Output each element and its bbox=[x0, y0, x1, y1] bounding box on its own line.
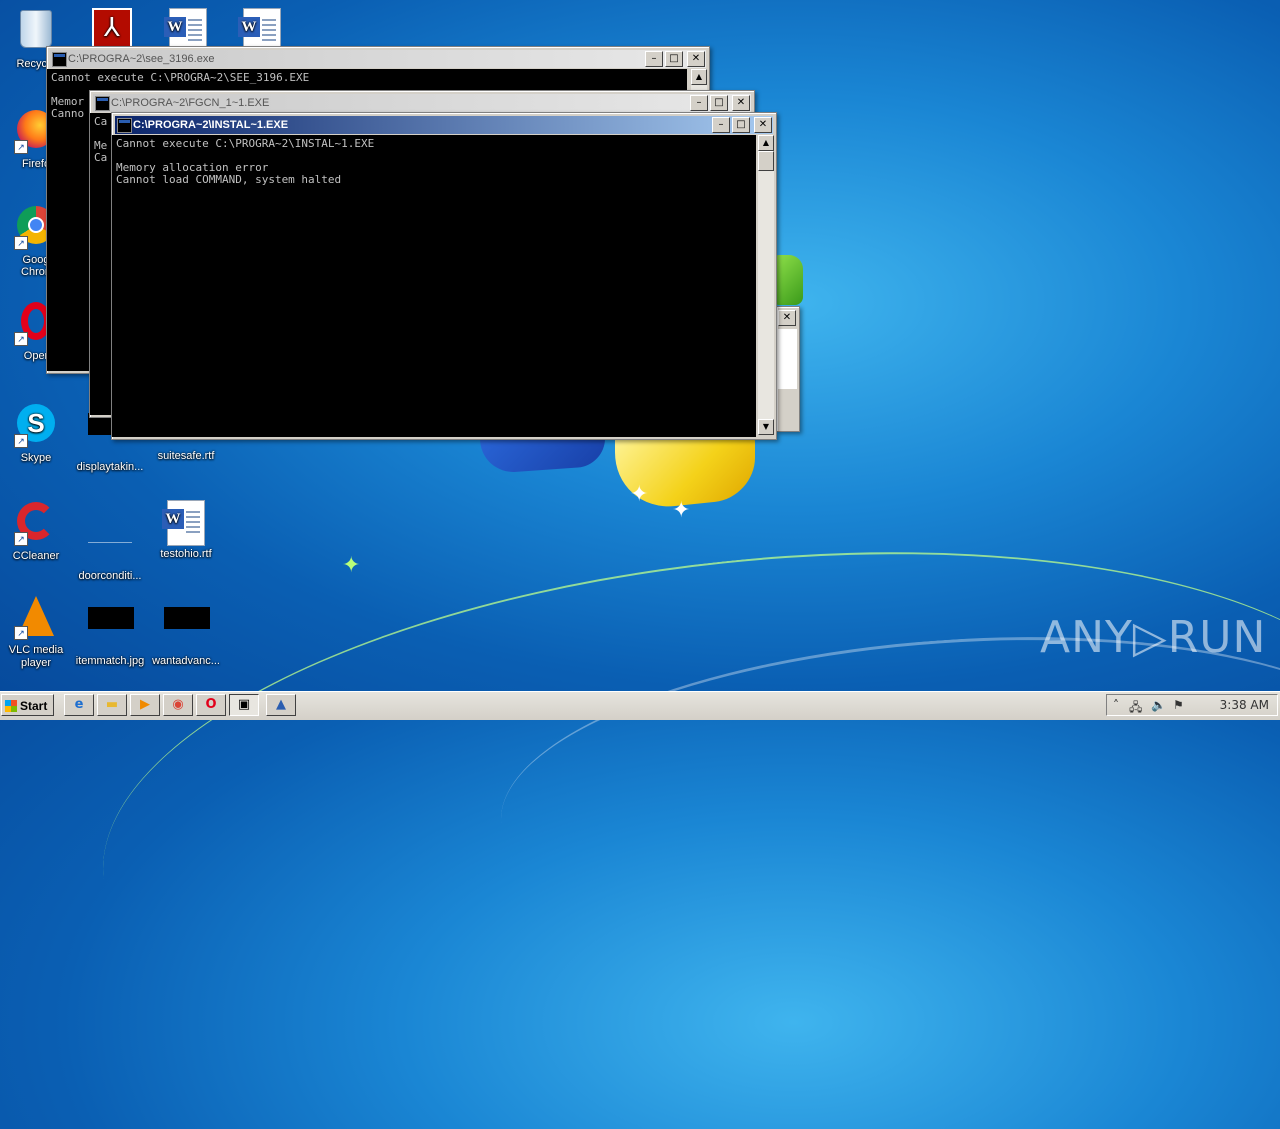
window-title: C:\PROGRA~2\see_3196.exe bbox=[68, 53, 215, 65]
desktop-icon-label: testohio.rtf bbox=[160, 548, 212, 560]
scroll-thumb[interactable] bbox=[758, 151, 774, 171]
start-button[interactable]: Start bbox=[1, 694, 54, 716]
window-title: C:\PROGRA~2\INSTAL~1.EXE bbox=[133, 119, 289, 131]
vlc-icon: ↗ bbox=[14, 596, 58, 640]
desktop-icon-file[interactable]: itemmatch.jpg bbox=[70, 596, 150, 667]
close-button[interactable]: ✕ bbox=[754, 117, 772, 133]
window-title: C:\PROGRA~2\FGCN_1~1.EXE bbox=[111, 97, 270, 109]
maximize-button[interactable]: □ bbox=[665, 51, 683, 67]
desktop-icon-file[interactable]: wantadvanc... bbox=[146, 596, 226, 667]
desktop-icon-label: displaytakin... bbox=[76, 461, 144, 473]
ie-icon[interactable]: e bbox=[64, 694, 94, 716]
system-tray: ˄ 🖧 🔈 ⚑ 3:38 AM bbox=[1106, 694, 1278, 716]
anyrun-watermark: ANY▷RUN bbox=[1040, 612, 1267, 663]
desktop-icon-label: suitesafe.rtf bbox=[157, 450, 215, 462]
action-center-flag-icon[interactable]: ⚑ bbox=[1173, 698, 1184, 712]
desktop-icon-label: CCleaner bbox=[12, 550, 60, 562]
black-thumbnail-icon bbox=[88, 607, 134, 651]
shortcut-arrow-icon: ↗ bbox=[14, 626, 28, 640]
scroll-up-arrow-icon[interactable]: ▲ bbox=[691, 69, 707, 85]
close-icon[interactable]: ✕ bbox=[778, 310, 796, 326]
console-icon bbox=[52, 52, 67, 67]
desktop-icon-label: wantadvanc... bbox=[152, 655, 220, 667]
sparkle-icon: ✦ bbox=[672, 498, 691, 523]
shortcut-arrow-icon: ↗ bbox=[14, 140, 28, 154]
desktop-icon-label: Skype bbox=[20, 452, 52, 464]
sparkle-icon: ✦ bbox=[630, 482, 649, 507]
console-task-button[interactable]: ▣ bbox=[229, 694, 259, 716]
window-controls: – □ ✕ bbox=[712, 117, 772, 133]
maximize-button[interactable]: □ bbox=[732, 117, 750, 133]
desktop-icon-vlc[interactable]: ↗ VLC media player bbox=[0, 596, 76, 670]
taskbar: Start e ▬ ▶ ◉ O ▣ ▲ ˄ 🖧 🔈 ⚑ 3:38 AM bbox=[0, 691, 1280, 720]
sparkle-icon: ✦ bbox=[342, 553, 361, 578]
desktop-icon-rtf[interactable]: W testohio.rtf bbox=[146, 500, 226, 560]
scroll-up-arrow-icon[interactable]: ▲ bbox=[758, 135, 774, 151]
desktop-icon-label: doorconditi... bbox=[78, 570, 142, 582]
clock[interactable]: 3:38 AM bbox=[1220, 698, 1269, 712]
desktop-icon-skype[interactable]: S ↗ Skype bbox=[0, 402, 76, 464]
shortcut-arrow-icon: ↗ bbox=[14, 434, 28, 448]
minimize-button[interactable]: – bbox=[645, 51, 663, 67]
volume-icon[interactable]: 🔈 bbox=[1151, 698, 1166, 712]
console-output: Cannot execute C:\PROGRA~2\INSTAL~1.EXE … bbox=[112, 135, 756, 437]
blank-file-icon bbox=[88, 522, 132, 566]
hidden-dialog: ✕ bbox=[776, 306, 800, 432]
app-task-button[interactable]: ▲ bbox=[266, 694, 296, 716]
windows-logo-green bbox=[775, 255, 803, 305]
vertical-scrollbar[interactable]: ▲ ▼ bbox=[758, 135, 774, 435]
show-hidden-icons-icon[interactable]: ˄ bbox=[1113, 698, 1119, 712]
shortcut-arrow-icon: ↗ bbox=[14, 236, 28, 250]
console-window-instal[interactable]: C:\PROGRA~2\INSTAL~1.EXE – □ ✕ Cannot ex… bbox=[111, 112, 777, 440]
skype-icon: S ↗ bbox=[14, 404, 58, 448]
close-button[interactable]: ✕ bbox=[687, 51, 705, 67]
window-titlebar[interactable]: C:\PROGRA~2\INSTAL~1.EXE bbox=[115, 116, 773, 134]
chrome-taskbar-icon[interactable]: ◉ bbox=[163, 694, 193, 716]
explorer-folder-icon[interactable]: ▬ bbox=[97, 694, 127, 716]
desktop-icon-ccleaner[interactable]: ↗ CCleaner bbox=[0, 500, 76, 562]
word-document-icon: W bbox=[162, 500, 208, 546]
minimize-button[interactable]: – bbox=[712, 117, 730, 133]
shortcut-arrow-icon: ↗ bbox=[14, 532, 28, 546]
minimize-button[interactable]: – bbox=[690, 95, 708, 111]
shortcut-arrow-icon: ↗ bbox=[14, 332, 28, 346]
window-titlebar[interactable]: C:\PROGRA~2\see_3196.exe bbox=[50, 50, 706, 68]
desktop-icon-label: itemmatch.jpg bbox=[75, 655, 145, 667]
scroll-down-arrow-icon[interactable]: ▼ bbox=[758, 419, 774, 435]
ccleaner-icon: ↗ bbox=[14, 502, 58, 546]
window-controls: – □ ✕ bbox=[645, 51, 705, 67]
console-icon bbox=[95, 96, 110, 111]
dialog-body bbox=[777, 329, 797, 389]
media-player-icon[interactable]: ▶ bbox=[130, 694, 160, 716]
network-icon[interactable]: 🖧 bbox=[1129, 698, 1142, 719]
maximize-button[interactable]: □ bbox=[710, 95, 728, 111]
opera-taskbar-icon[interactable]: O bbox=[196, 694, 226, 716]
window-titlebar[interactable]: C:\PROGRA~2\FGCN_1~1.EXE bbox=[93, 94, 751, 112]
desktop-icon-file[interactable]: doorconditi... bbox=[70, 500, 150, 582]
close-button[interactable]: ✕ bbox=[732, 95, 750, 111]
black-thumbnail-icon bbox=[164, 607, 210, 651]
window-controls: – □ ✕ bbox=[690, 95, 750, 111]
console-icon bbox=[117, 118, 132, 133]
desktop-icon-label: VLC media player bbox=[8, 644, 64, 669]
